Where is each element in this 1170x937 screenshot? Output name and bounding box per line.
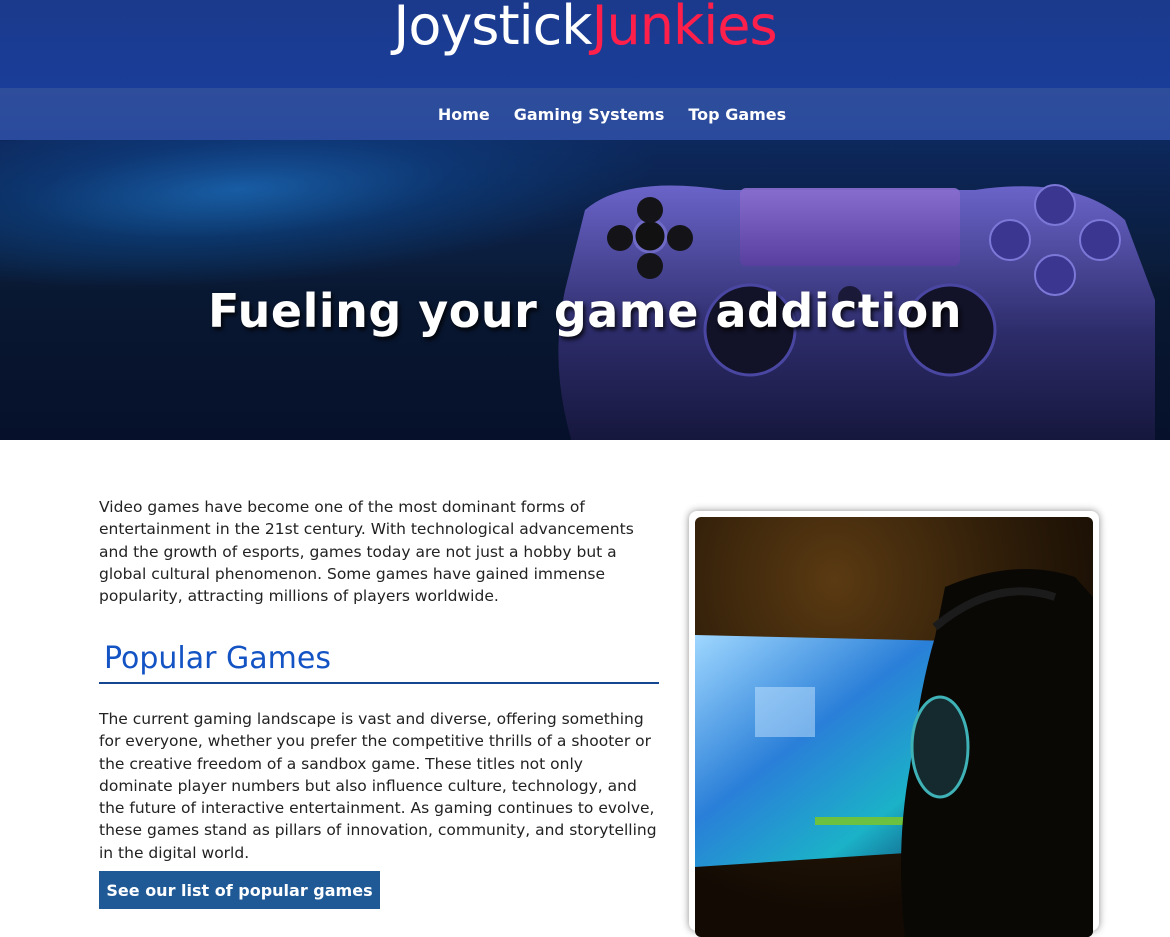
nav-home[interactable]: Home	[438, 105, 490, 124]
popular-games-heading: Popular Games	[99, 640, 659, 684]
popular-games-block: The current gaming landscape is vast and…	[99, 708, 659, 864]
site-logo[interactable]: JoystickJunkies	[0, 0, 1170, 66]
logo-part-red: Junkies	[591, 0, 778, 57]
gamer-photo	[695, 517, 1093, 937]
gamer-photo-card	[689, 511, 1099, 937]
intro-paragraph: Video games have become one of the most …	[99, 498, 634, 606]
hero-title: Fueling your game addiction	[208, 283, 962, 338]
nav-gaming-systems[interactable]: Gaming Systems	[514, 105, 665, 124]
site-header: JoystickJunkies	[0, 0, 1170, 89]
logo-part-white: Joystick	[393, 0, 592, 57]
intro-block: Video games have become one of the most …	[99, 496, 659, 607]
popular-games-paragraph: The current gaming landscape is vast and…	[99, 710, 657, 862]
nav-top-games[interactable]: Top Games	[688, 105, 786, 124]
main-nav: Home Gaming Systems Top Games	[0, 88, 1170, 140]
popular-games-button[interactable]: See our list of popular games	[99, 871, 380, 909]
hero-banner: Fueling your game addiction	[0, 140, 1170, 440]
